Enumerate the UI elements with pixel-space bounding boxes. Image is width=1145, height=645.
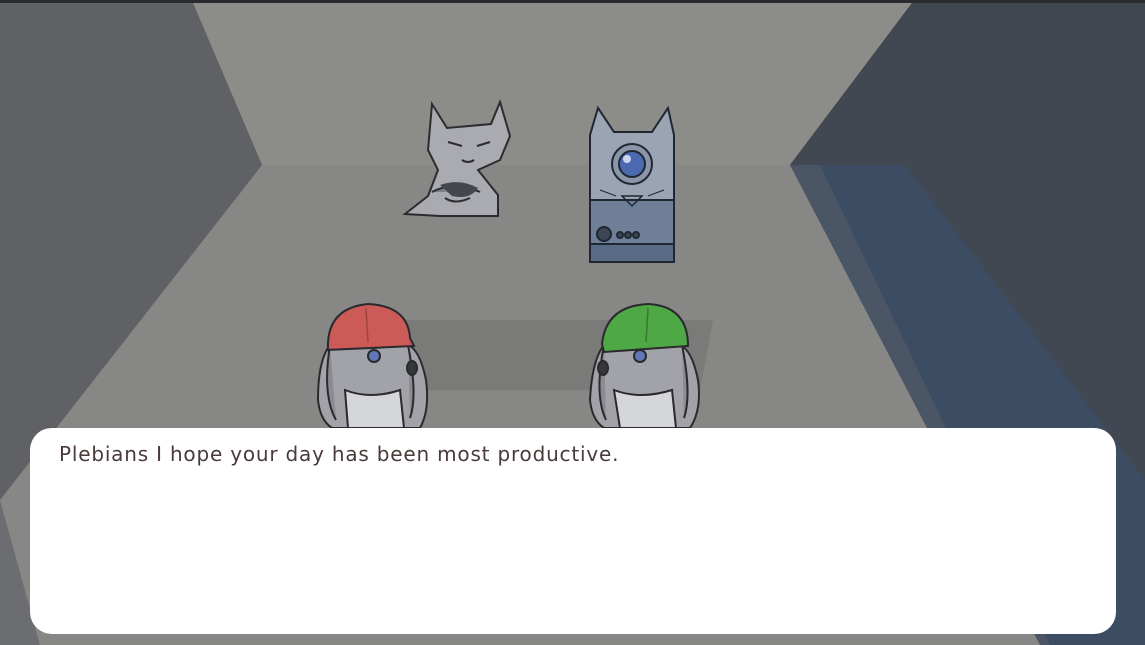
dialog-box[interactable]: Plebians I hope your day has been most p… (30, 428, 1116, 634)
dialog-text: Plebians I hope your day has been most p… (59, 442, 620, 466)
